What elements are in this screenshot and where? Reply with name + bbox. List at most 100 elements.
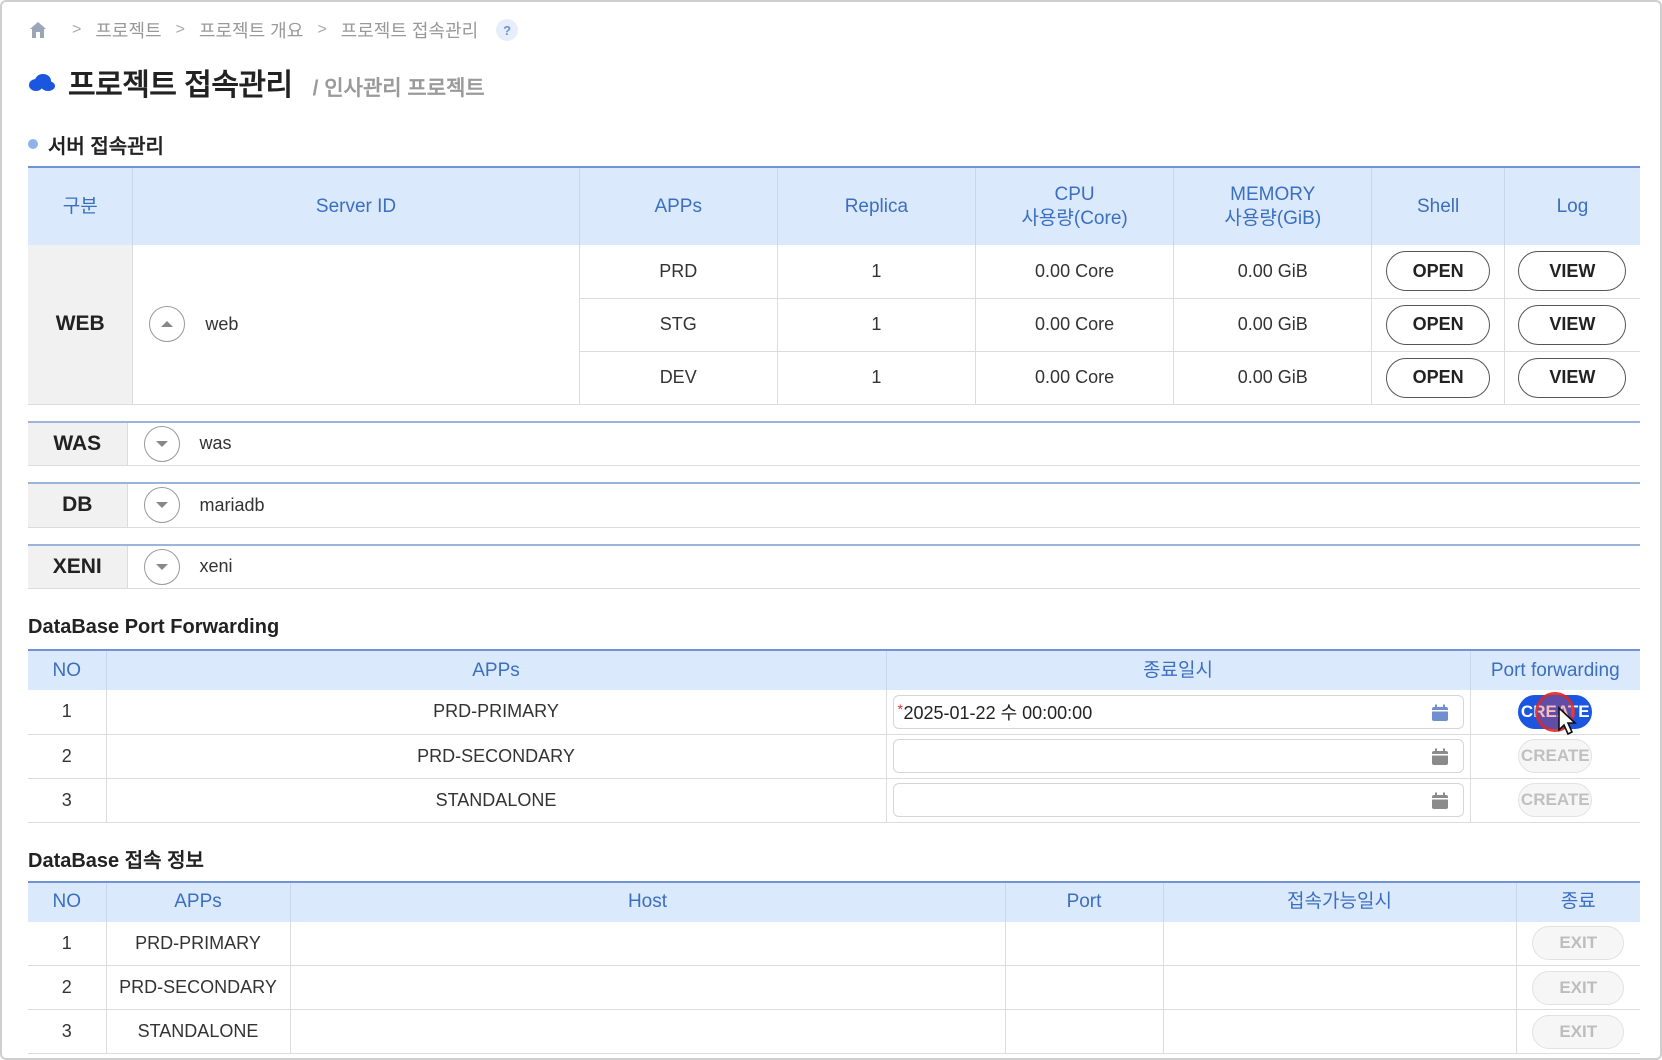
breadcrumb: > 프로젝트 > 프로젝트 개요 > 프로젝트 접속관리 ?: [28, 14, 1640, 46]
section-title-text: 서버 접속관리: [48, 135, 164, 158]
mouse-cursor-icon: [1558, 705, 1578, 735]
table-row: 1 PRD-PRIMARY * 2025-01-22 수 00:00:00 CR…: [28, 690, 1640, 735]
db-info-section: DataBase 접속 정보 NO APPs Host Port 접속가능일시 …: [28, 845, 1640, 1054]
chevron-down-icon: [155, 502, 168, 509]
host-cell: [290, 1009, 1006, 1054]
port-cell: [1005, 965, 1164, 1010]
open-shell-button[interactable]: OPEN: [1386, 357, 1491, 398]
port-forwarding-title: DataBase Port Forwarding: [28, 615, 280, 638]
log-cell: VIEW: [1504, 245, 1640, 299]
available-cell: [1163, 921, 1517, 966]
collapse-toggle-button[interactable]: [149, 306, 186, 343]
app-cell: PRD-SECONDARY: [106, 734, 887, 779]
expand-toggle-button[interactable]: [143, 548, 180, 585]
breadcrumb-item-access: 프로젝트 접속관리: [340, 21, 479, 41]
log-cell: VIEW: [1504, 298, 1640, 352]
replica-cell: 1: [777, 351, 976, 405]
help-icon[interactable]: ?: [496, 19, 519, 41]
col-header-end: 종료: [1516, 881, 1640, 922]
create-button[interactable]: CREATE: [1518, 739, 1593, 773]
col-header-apps: APPs: [106, 650, 887, 690]
calendar-icon[interactable]: [1431, 748, 1449, 766]
view-log-button[interactable]: VIEW: [1518, 357, 1627, 398]
table-row: WAS was: [28, 421, 1640, 466]
expand-toggle-button[interactable]: [143, 425, 180, 462]
server-id-text: was: [199, 433, 232, 454]
view-log-button[interactable]: VIEW: [1518, 304, 1627, 345]
exit-button[interactable]: EXIT: [1532, 926, 1625, 961]
replica-cell: 1: [777, 245, 976, 299]
shell-cell: OPEN: [1371, 351, 1505, 405]
category-cell-web: WEB: [28, 245, 134, 405]
replica-cell: 1: [777, 298, 976, 352]
no-cell: 3: [28, 1009, 107, 1054]
server-id-text: xeni: [199, 556, 233, 577]
table-row: 2 PRD-SECONDARY EXIT: [28, 965, 1640, 1010]
chevron-right-icon: >: [175, 21, 185, 38]
title-row: 프로젝트 접속관리 / 인사관리 프로젝트: [28, 60, 1640, 104]
cpu-cell: 0.00 Core: [975, 298, 1175, 352]
exit-button[interactable]: EXIT: [1532, 1014, 1625, 1049]
create-button[interactable]: CREATE: [1518, 783, 1593, 817]
col-header-no: NO: [28, 881, 107, 922]
table-row: DB mariadb: [28, 483, 1640, 528]
host-cell: [290, 921, 1006, 966]
no-cell: 1: [28, 690, 107, 735]
no-cell: 1: [28, 921, 107, 966]
chevron-right-icon: >: [317, 21, 327, 38]
host-cell: [290, 965, 1006, 1010]
required-mark: *: [897, 700, 903, 717]
calendar-icon[interactable]: [1431, 704, 1449, 722]
memory-cell: 0.00 GiB: [1173, 298, 1373, 352]
server-group-xeni: XENI xeni: [28, 543, 1640, 589]
exit-button[interactable]: EXIT: [1532, 970, 1625, 1005]
col-header-category: 구분: [28, 167, 134, 245]
app-cell: STG: [579, 298, 778, 352]
end-time-value: 2025-01-22 수 00:00:00: [903, 702, 1093, 723]
home-icon[interactable]: [28, 20, 48, 40]
app-cell: STANDALONE: [106, 778, 887, 823]
col-header-replica: Replica: [777, 167, 976, 245]
server-group-was: WAS was: [28, 420, 1640, 466]
end-time-input[interactable]: [892, 739, 1464, 773]
col-header-port: Port: [1005, 881, 1164, 922]
server-id-cell: was: [127, 421, 1640, 466]
cloud-icon: [29, 74, 55, 91]
shell-cell: OPEN: [1371, 245, 1505, 299]
end-time-input[interactable]: * 2025-01-22 수 00:00:00: [892, 694, 1464, 729]
expand-toggle-button[interactable]: [143, 487, 180, 524]
bullet-icon: [28, 139, 38, 149]
table-row: XENI xeni: [28, 544, 1640, 589]
col-header-end-time: 종료일시: [886, 650, 1471, 690]
server-id-text: mariadb: [199, 494, 265, 515]
end-time-input[interactable]: [892, 783, 1464, 817]
open-shell-button[interactable]: OPEN: [1386, 251, 1491, 292]
chevron-right-icon: >: [72, 21, 82, 38]
col-header-shell: Shell: [1371, 167, 1505, 245]
chevron-down-icon: [155, 563, 168, 570]
view-log-button[interactable]: VIEW: [1518, 251, 1627, 292]
category-cell-db: DB: [28, 483, 128, 528]
open-shell-button[interactable]: OPEN: [1386, 304, 1491, 345]
col-header-log: Log: [1504, 167, 1640, 245]
app-cell: PRD-PRIMARY: [106, 690, 887, 735]
cpu-cell: 0.00 Core: [975, 245, 1175, 299]
end-time-cell: * 2025-01-22 수 00:00:00: [886, 690, 1471, 735]
log-cell: VIEW: [1504, 351, 1640, 405]
port-cell: [1005, 1009, 1164, 1054]
main-content: > 프로젝트 > 프로젝트 개요 > 프로젝트 접속관리 ? 프로젝트 접속관리…: [28, 14, 1640, 1054]
chevron-up-icon: [161, 321, 174, 328]
breadcrumb-item-overview[interactable]: 프로젝트 개요: [199, 17, 303, 43]
table-row: 1 PRD-PRIMARY EXIT: [28, 921, 1640, 966]
create-button[interactable]: CREATE: [1518, 691, 1593, 735]
port-cell: [1005, 921, 1164, 966]
memory-cell: 0.00 GiB: [1173, 245, 1373, 299]
col-header-cpu-line2: 사용량(Core): [1021, 207, 1128, 229]
chevron-down-icon: [155, 440, 168, 447]
breadcrumb-item-project[interactable]: 프로젝트: [95, 17, 161, 43]
end-time-cell: [886, 734, 1471, 779]
no-cell: 3: [28, 778, 107, 823]
calendar-icon[interactable]: [1431, 792, 1449, 810]
cpu-cell: 0.00 Core: [975, 351, 1175, 405]
col-header-no: NO: [28, 650, 107, 690]
